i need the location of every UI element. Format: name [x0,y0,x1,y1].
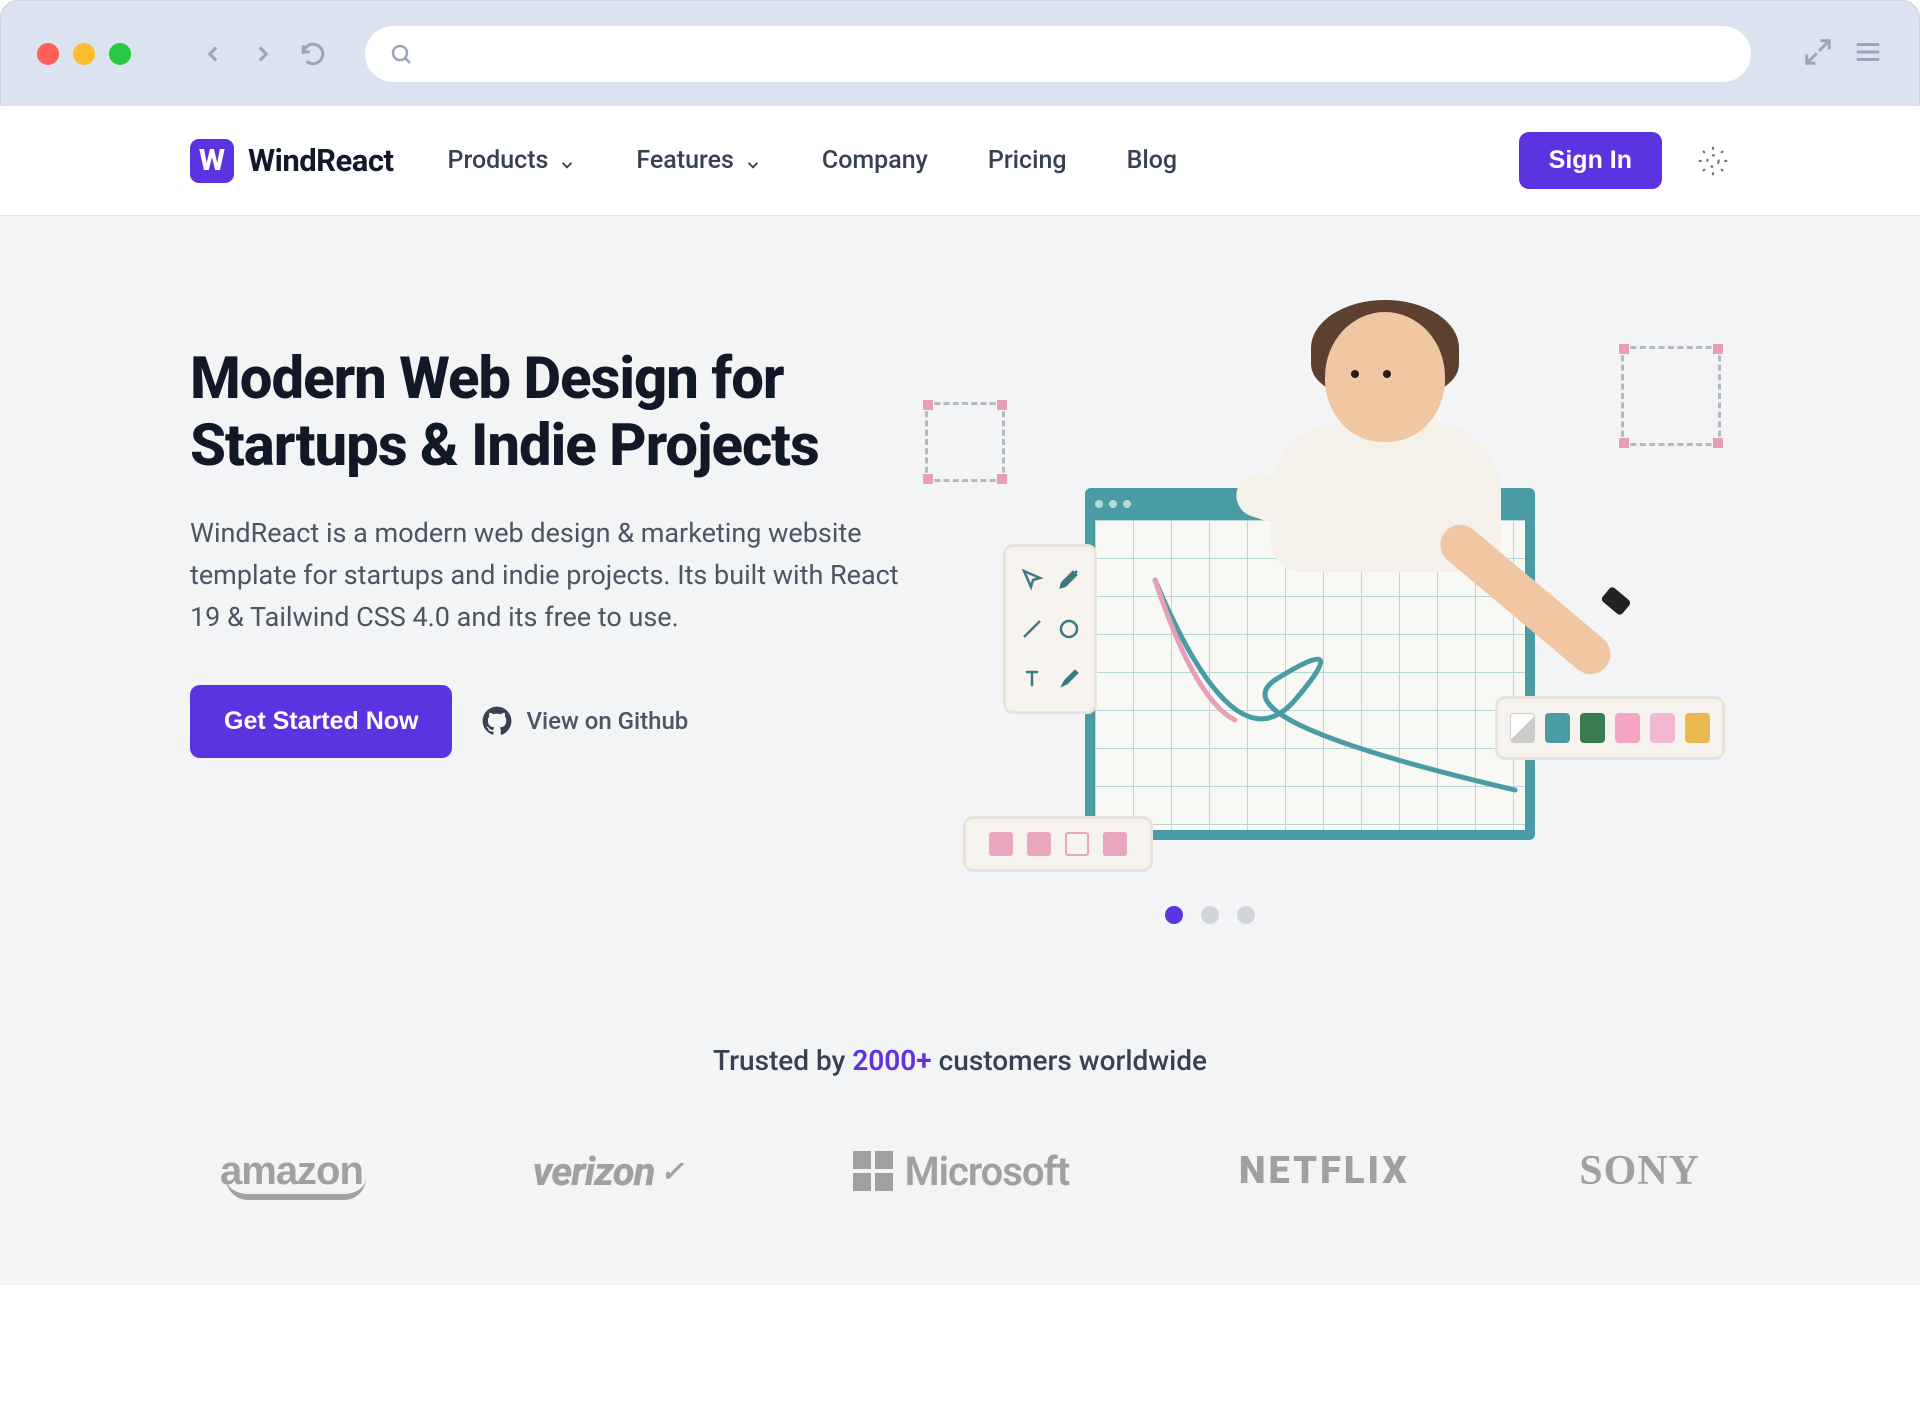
github-icon [482,706,512,736]
nav-label: Pricing [988,146,1067,175]
browser-menu-button[interactable] [1853,37,1883,71]
verizon-logo: verizon✓ [533,1148,683,1195]
browser-forward-button[interactable] [245,36,281,72]
address-input[interactable] [425,42,1727,65]
pen-tool-icon [1055,559,1082,599]
carousel-dot-3[interactable] [1237,906,1255,924]
nav-item-features[interactable]: Features [636,146,761,175]
designer-character-illustration [1225,312,1565,652]
view-github-link[interactable]: View on Github [482,706,688,736]
hero-title: Modern Web Design for Startups & Indie P… [190,346,910,479]
circle-tool-icon [1055,609,1082,649]
signin-button[interactable]: Sign In [1519,132,1662,189]
netflix-logo: NETFLIX [1239,1149,1410,1193]
chevron-down-icon [744,152,762,170]
brand-logo[interactable]: W WindReact [190,139,394,183]
theme-toggle-button[interactable] [1696,144,1730,178]
sony-logo: SONY [1579,1147,1700,1195]
window-close-button[interactable] [37,43,59,65]
trusted-count: 2000+ [852,1044,931,1077]
nav-item-blog[interactable]: Blog [1127,146,1178,175]
carousel-dots [690,906,1730,924]
hero-illustration [955,346,1715,866]
search-icon [389,42,413,66]
site-header: W WindReact Products Features Company Pr… [0,106,1920,216]
brand-logos-row: amazon verizon✓ Microsoft NETFLIX SONY [190,1147,1730,1195]
nav-label: Features [636,146,733,175]
sun-icon [1696,144,1730,178]
amazon-logo: amazon [220,1149,363,1194]
nav-label: Products [448,146,549,175]
hero-description: WindReact is a modern web design & marke… [190,513,910,639]
browser-expand-button[interactable] [1803,37,1833,71]
window-maximize-button[interactable] [109,43,131,65]
tool-palette-illustration [1003,544,1097,714]
browser-reload-button[interactable] [295,36,331,72]
chevron-down-icon [558,152,576,170]
trusted-by-text: Trusted by 2000+ customers worldwide [190,1044,1730,1077]
text-tool-icon [1018,659,1045,699]
get-started-button[interactable]: Get Started Now [190,685,452,758]
window-controls [37,43,131,65]
selection-box-icon [925,402,1005,482]
main-nav: Products Features Company Pricing Blog [448,146,1178,175]
line-tool-icon [1018,609,1045,649]
nav-label: Company [822,146,928,175]
nav-item-pricing[interactable]: Pricing [988,146,1067,175]
brush-tool-icon [1055,659,1082,699]
hero-section: Modern Web Design for Startups & Indie P… [0,216,1920,1285]
github-link-label: View on Github [526,707,688,735]
selection-box-icon [1621,346,1721,446]
microsoft-squares-icon [853,1151,893,1191]
window-minimize-button[interactable] [73,43,95,65]
trusted-prefix: Trusted by [713,1044,852,1077]
carousel-dot-2[interactable] [1201,906,1219,924]
trusted-suffix: customers worldwide [932,1044,1207,1077]
shape-panel-illustration [963,816,1153,872]
browser-chrome [0,0,1920,106]
trusted-by-section: Trusted by 2000+ customers worldwide ama… [190,1044,1730,1195]
nav-item-products[interactable]: Products [448,146,577,175]
microsoft-logo: Microsoft [853,1148,1070,1195]
nav-item-company[interactable]: Company [822,146,928,175]
logo-mark: W [190,139,234,183]
pointer-tool-icon [1018,559,1045,599]
browser-back-button[interactable] [195,36,231,72]
color-palette-illustration [1495,696,1725,760]
carousel-dot-1[interactable] [1165,906,1183,924]
logo-text: WindReact [248,142,394,179]
nav-label: Blog [1127,146,1178,175]
browser-address-bar[interactable] [365,26,1751,82]
